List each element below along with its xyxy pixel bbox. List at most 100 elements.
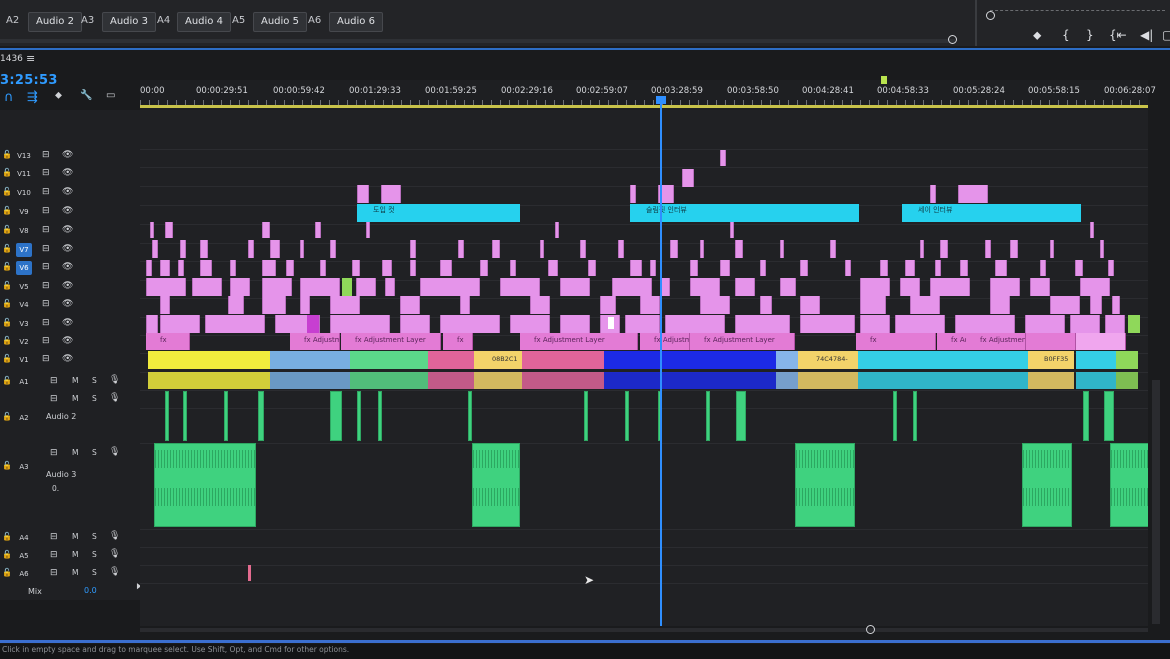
audio-clip[interactable] bbox=[736, 391, 746, 441]
graphic-clip[interactable] bbox=[315, 222, 321, 238]
sync-lock-icon[interactable]: ⊟ bbox=[42, 187, 50, 197]
track-lock-icon[interactable]: 🔓 bbox=[2, 206, 12, 215]
timeline-scrollbar[interactable] bbox=[140, 628, 1148, 632]
mute-button[interactable]: M bbox=[72, 394, 78, 403]
solo-button[interactable]: S bbox=[92, 376, 97, 385]
audio-clip[interactable] bbox=[148, 372, 270, 389]
graphic-clip[interactable] bbox=[178, 260, 184, 276]
panel-divider[interactable] bbox=[975, 0, 977, 46]
solo-button[interactable]: S bbox=[92, 550, 97, 559]
sync-lock-icon[interactable]: ⊟ bbox=[42, 354, 50, 364]
sync-lock-icon[interactable]: ⊟ bbox=[42, 336, 50, 346]
graphic-clip[interactable] bbox=[640, 296, 660, 314]
video-clip[interactable] bbox=[604, 351, 776, 369]
graphic-clip[interactable] bbox=[735, 278, 755, 296]
graphic-clip[interactable] bbox=[510, 315, 550, 333]
audio-clip[interactable] bbox=[1028, 372, 1074, 389]
graphic-clip[interactable] bbox=[228, 296, 244, 314]
toggle-output-eye-icon[interactable]: 👁 bbox=[62, 150, 73, 160]
adjustment-layer-clip[interactable]: fx Adjustm bbox=[640, 333, 690, 350]
graphic-clip[interactable] bbox=[630, 185, 636, 203]
video-clip[interactable] bbox=[270, 351, 350, 369]
audio-clip[interactable] bbox=[248, 565, 251, 581]
graphic-clip[interactable] bbox=[612, 278, 652, 296]
graphic-clip[interactable] bbox=[330, 240, 336, 258]
audio-clip[interactable] bbox=[270, 372, 350, 389]
solo-button[interactable]: S bbox=[92, 532, 97, 541]
adjustment-layer-clip[interactable]: fx Adjustment bbox=[966, 333, 1026, 350]
graphic-clip[interactable] bbox=[730, 222, 734, 238]
graphic-clip[interactable] bbox=[930, 278, 970, 296]
graphic-clip[interactable] bbox=[700, 296, 730, 314]
title-clip[interactable]: 세이 인터뷰 bbox=[902, 204, 1081, 222]
mixer-track-audio-3[interactable]: Audio 3 bbox=[102, 12, 156, 32]
graphic-clip[interactable] bbox=[342, 278, 352, 296]
graphic-clip[interactable] bbox=[860, 315, 890, 333]
graphic-clip[interactable] bbox=[410, 260, 416, 276]
voiceover-record-icon[interactable]: 🎙 bbox=[109, 531, 120, 541]
graphic-clip[interactable] bbox=[880, 260, 888, 276]
graphic-clip[interactable] bbox=[458, 240, 464, 258]
graphic-clip[interactable] bbox=[160, 296, 170, 314]
graphic-clip[interactable] bbox=[356, 278, 376, 296]
graphic-clip[interactable] bbox=[352, 260, 360, 276]
timeline-tracks[interactable]: 도입 컷슬림핏 인터뷰세이 인터뷰fxfx Adjustmefx Adjustm… bbox=[140, 110, 1148, 626]
sequence-marker[interactable] bbox=[881, 76, 887, 84]
toggle-output-eye-icon[interactable]: 👁 bbox=[62, 168, 73, 178]
graphic-clip[interactable] bbox=[440, 315, 500, 333]
graphic-clip[interactable] bbox=[780, 278, 796, 296]
voiceover-record-icon[interactable]: 🎙 bbox=[109, 393, 120, 403]
graphic-clip[interactable] bbox=[940, 240, 948, 258]
graphic-clip[interactable] bbox=[420, 278, 480, 296]
sync-lock-icon[interactable]: ⊟ bbox=[50, 550, 58, 560]
music-clip[interactable] bbox=[1110, 443, 1148, 527]
mixer-scrollbar[interactable] bbox=[0, 39, 955, 43]
track-target-a6[interactable]: A6 bbox=[16, 567, 32, 581]
graphic-clip[interactable] bbox=[330, 296, 360, 314]
sync-lock-icon[interactable]: ⊟ bbox=[42, 281, 50, 291]
track-lock-icon[interactable]: 🔓 bbox=[2, 299, 12, 308]
track-lock-icon[interactable]: 🔓 bbox=[2, 532, 12, 541]
add-marker-icon[interactable]: ⬥ bbox=[55, 90, 62, 101]
track-target-v3[interactable]: V3 bbox=[16, 317, 32, 331]
sync-lock-icon[interactable]: ⊟ bbox=[42, 206, 50, 216]
graphic-clip[interactable] bbox=[665, 315, 725, 333]
graphic-clip[interactable] bbox=[958, 185, 988, 203]
video-clip[interactable] bbox=[148, 351, 270, 369]
audio-clip[interactable] bbox=[224, 391, 228, 441]
graphic-clip[interactable] bbox=[670, 240, 678, 258]
track-target-v7[interactable]: V7 bbox=[16, 243, 32, 257]
audio-clip[interactable] bbox=[798, 372, 858, 389]
audio-clip[interactable] bbox=[428, 372, 474, 389]
sequence-menu-icon[interactable]: ≡ bbox=[26, 52, 35, 65]
mute-button[interactable]: M bbox=[72, 376, 78, 385]
graphic-clip[interactable] bbox=[180, 240, 186, 258]
graphic-clip[interactable] bbox=[606, 315, 616, 331]
audio-clip[interactable] bbox=[522, 372, 604, 389]
audio-clip[interactable] bbox=[1076, 372, 1116, 389]
graphic-clip[interactable] bbox=[205, 315, 265, 333]
graphic-clip[interactable] bbox=[160, 315, 200, 333]
voiceover-record-icon[interactable]: 🎙 bbox=[109, 447, 120, 457]
graphic-clip[interactable] bbox=[1050, 240, 1054, 258]
graphic-clip[interactable] bbox=[780, 240, 784, 258]
sync-lock-icon[interactable]: ⊟ bbox=[42, 225, 50, 235]
graphic-clip[interactable] bbox=[690, 260, 698, 276]
mute-button[interactable]: M bbox=[72, 532, 78, 541]
track-lock-icon[interactable]: 🔓 bbox=[2, 281, 12, 290]
solo-button[interactable]: S bbox=[92, 394, 97, 403]
track-lock-icon[interactable]: 🔓 bbox=[2, 318, 12, 327]
graphic-clip[interactable] bbox=[1030, 278, 1050, 296]
track-lock-icon[interactable]: 🔓 bbox=[2, 225, 12, 234]
mute-button[interactable]: M bbox=[72, 550, 78, 559]
sync-lock-icon[interactable]: ⊟ bbox=[50, 448, 58, 458]
mark-out-icon[interactable]: } bbox=[1086, 28, 1094, 42]
audio-clip[interactable] bbox=[1104, 391, 1114, 441]
audio-clip[interactable] bbox=[858, 372, 1028, 389]
mute-button[interactable]: M bbox=[72, 568, 78, 577]
graphic-clip[interactable] bbox=[625, 315, 660, 333]
track-lock-icon[interactable]: 🔓 bbox=[2, 568, 12, 577]
graphic-clip[interactable] bbox=[440, 260, 452, 276]
graphic-clip[interactable] bbox=[300, 278, 340, 296]
graphic-clip[interactable] bbox=[357, 185, 369, 203]
